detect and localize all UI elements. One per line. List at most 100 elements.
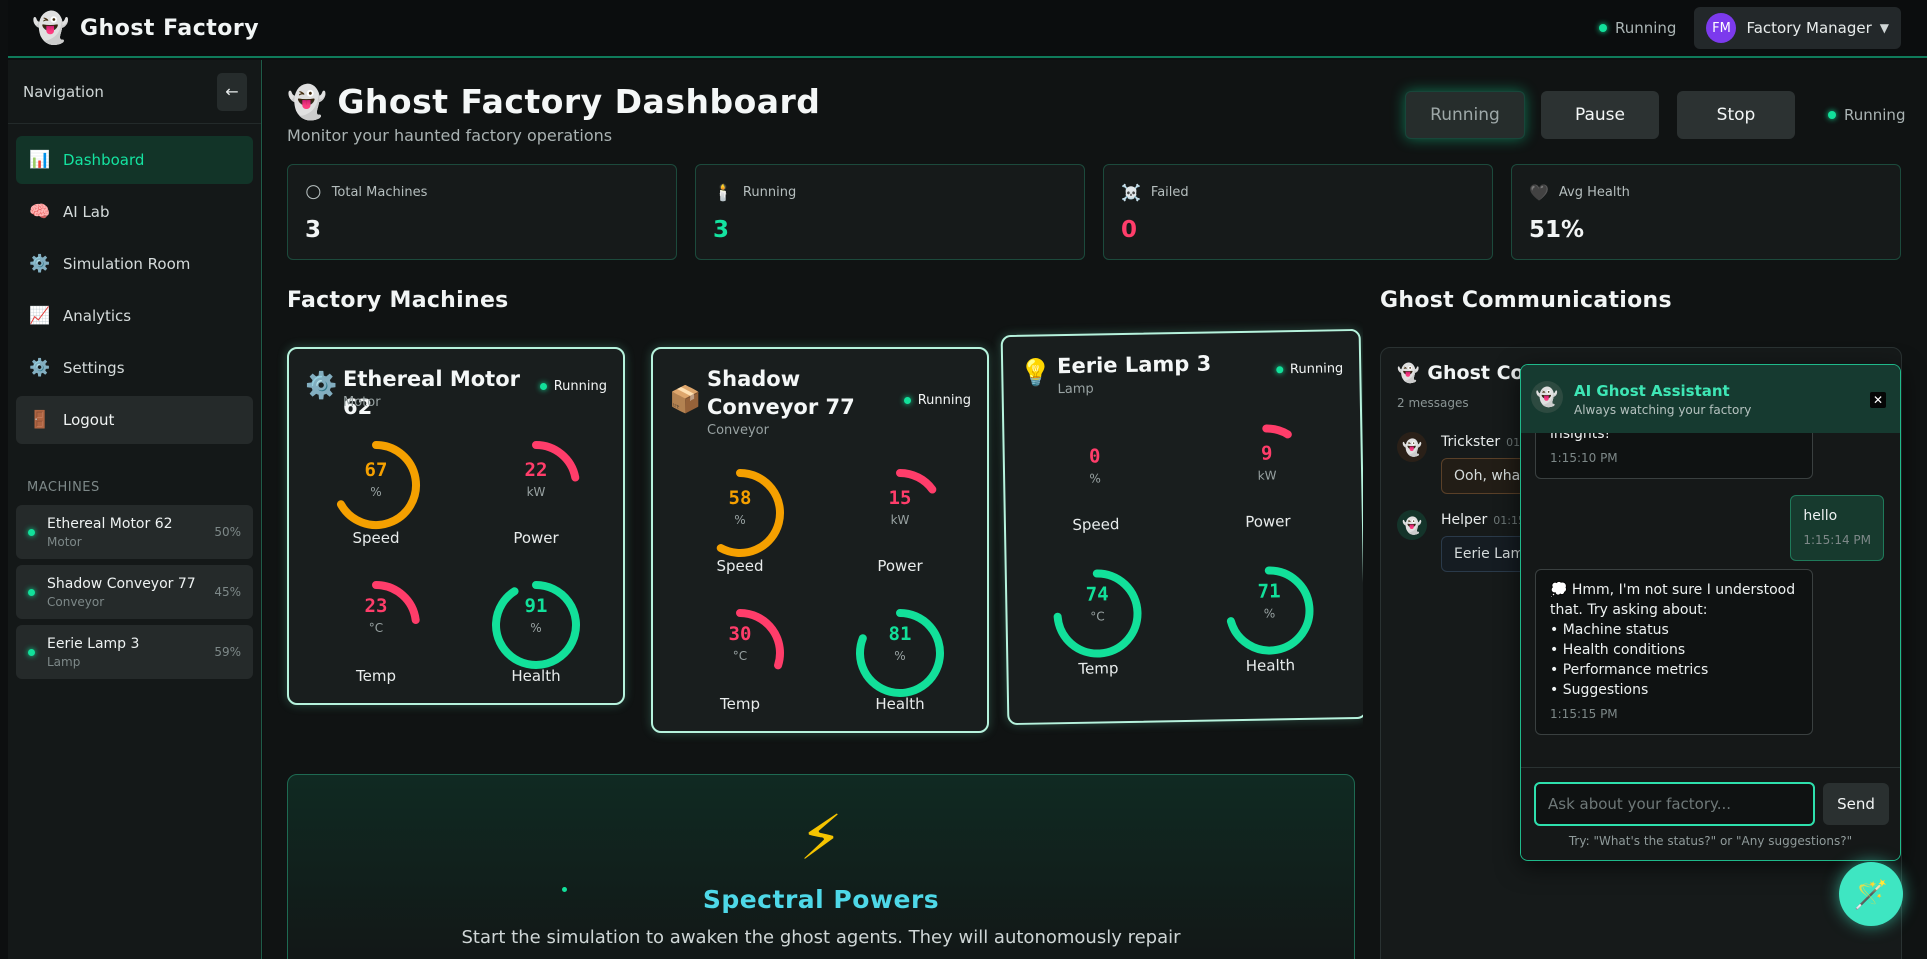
machine-card-type: Motor: [343, 395, 381, 410]
health-gauge: 71 %: [1208, 549, 1330, 671]
status-dot-icon: [903, 397, 911, 404]
sidebar-machine-item[interactable]: Ethereal Motor 62 Motor 50%: [16, 505, 253, 559]
machine-type: Motor: [47, 534, 82, 549]
gauge-unit: %: [734, 513, 746, 527]
ghost-icon: 👻: [32, 10, 70, 46]
top-bar: 👻 Ghost Factory Running FM Factory Manag…: [8, 0, 1927, 58]
sidebar-machine-item[interactable]: Shadow Conveyor 77 Conveyor 45%: [16, 565, 253, 619]
gauge-unit: %: [370, 485, 382, 499]
status-dot-icon: [539, 383, 547, 390]
gauge-value: 15: [888, 487, 912, 509]
simulation-status: Running: [1828, 106, 1905, 124]
assistant-messages: insights! 1:15:10 PM hello 1:15:14 PM 💭 …: [1521, 433, 1900, 773]
stat-card-avg-health: 🖤 Avg Health 51%: [1511, 164, 1901, 260]
gauge-label: Health: [1245, 656, 1296, 675]
status-dot-icon: [1828, 111, 1836, 119]
gauge-value: 58: [728, 487, 752, 509]
spectral-powers-title: Spectral Powers: [702, 885, 940, 914]
machine-card[interactable]: 💡 Eerie Lamp 3 Lamp Running 0 % Speed 9 …: [1000, 328, 1363, 726]
machine-card-name: Ethereal Motor 62: [343, 367, 521, 419]
close-icon[interactable]: ✕: [1870, 392, 1886, 408]
assistant-input[interactable]: [1534, 782, 1815, 826]
assistant-header: 👻 AI Ghost Assistant Always watching you…: [1521, 365, 1900, 433]
door-icon: 🚪: [29, 410, 51, 430]
comms-panel-title-text: Ghost Co: [1427, 362, 1524, 384]
status-badge-text: Running: [917, 393, 971, 408]
sender-name: Trickster: [1441, 434, 1501, 450]
gauge-value: 67: [364, 459, 388, 481]
machine-percent: 45%: [214, 585, 241, 599]
gauge-unit: °C: [368, 621, 384, 635]
sidebar-item-label: AI Lab: [63, 203, 110, 221]
gauge-value: 22: [524, 459, 548, 481]
machine-card-name: Eerie Lamp 3: [1056, 351, 1212, 379]
gauge-value: 81: [888, 623, 912, 645]
status-dot-icon: [1275, 366, 1284, 374]
sender-name: Helper: [1441, 512, 1488, 528]
lightbulb-icon: 💡: [1019, 358, 1052, 389]
heart-icon: 🖤: [1529, 183, 1549, 202]
machine-card-type: Conveyor: [707, 423, 769, 438]
running-button[interactable]: Running: [1405, 91, 1525, 139]
gauge-label: Temp: [356, 667, 396, 685]
machines-area: ⚙️ Ethereal Motor 62 Motor Running 67 % …: [263, 60, 1363, 959]
pause-button[interactable]: Pause: [1541, 91, 1659, 139]
sidebar-item-dashboard[interactable]: 📊 Dashboard: [16, 136, 253, 184]
logout-button[interactable]: 🚪 Logout: [16, 396, 253, 444]
gear-icon: ⚙️: [305, 371, 338, 401]
gear-icon: ⚙️: [29, 358, 51, 378]
lightning-icon: ⚡: [799, 801, 843, 874]
message-line: 💭 Hmm, I'm not sure I understood that. T…: [1550, 582, 1796, 618]
gauge-unit: %: [894, 649, 906, 663]
gauge-label: Speed: [352, 529, 400, 547]
message-time: 1:15:10 PM: [1550, 451, 1618, 465]
chart-icon: 📊: [29, 150, 51, 170]
sidebar-machine-item[interactable]: Eerie Lamp 3 Lamp 59%: [16, 625, 253, 679]
gauge-value: 91: [524, 595, 548, 617]
speed-gauge: 58 %: [680, 453, 800, 573]
machine-name: Eerie Lamp 3: [47, 635, 140, 652]
magic-wand-button[interactable]: 🪄: [1839, 862, 1903, 926]
sidebar-item-ai-lab[interactable]: 🧠 AI Lab: [16, 188, 253, 236]
sidebar-item-analytics[interactable]: 📈 Analytics: [16, 292, 253, 340]
sidebar-item-simulation-room[interactable]: ⚙️ Simulation Room: [16, 240, 253, 288]
message-text: insights!: [1550, 433, 1611, 442]
message-sender: Trickster 01: [1441, 434, 1520, 450]
assistant-message: insights! 1:15:10 PM: [1535, 433, 1813, 479]
send-button[interactable]: Send: [1823, 783, 1889, 825]
status-dot-icon: [1598, 24, 1607, 32]
status-dot-icon: [28, 528, 35, 536]
user-menu-button[interactable]: FM Factory Manager ▼: [1694, 7, 1901, 49]
user-name: Factory Manager: [1746, 19, 1872, 37]
speed-gauge: 67 %: [316, 425, 436, 545]
stop-button[interactable]: Stop: [1677, 91, 1795, 139]
gauge-unit: kW: [890, 513, 910, 527]
sidebar-item-label: Analytics: [63, 307, 132, 325]
gauge-label: Health: [511, 667, 561, 685]
machine-percent: 59%: [214, 645, 241, 659]
gauge-unit: %: [1089, 471, 1101, 486]
machine-card[interactable]: 📦 Shadow Conveyor 77 Conveyor Running 58…: [651, 347, 989, 733]
sidebar-item-settings[interactable]: ⚙️ Settings: [16, 344, 253, 392]
chevron-down-icon: ▼: [1879, 21, 1889, 35]
status-badge-text: Running: [553, 379, 607, 394]
collapse-sidebar-button[interactable]: ←: [217, 72, 247, 111]
message-text: hello: [1803, 508, 1838, 524]
stat-label: Avg Health: [1558, 185, 1630, 200]
system-status: Running: [1598, 19, 1676, 37]
gauge-label: Temp: [1078, 659, 1119, 678]
machine-name: Shadow Conveyor 77: [47, 575, 196, 592]
machine-card[interactable]: ⚙️ Ethereal Motor 62 Motor Running 67 % …: [287, 347, 625, 705]
gauge-value: 9: [1260, 442, 1273, 465]
machine-type: Lamp: [47, 654, 81, 669]
assistant-input-area: Send Try: "What's the status?" or "Any s…: [1521, 767, 1900, 860]
package-icon: 📦: [669, 385, 702, 415]
power-gauge: 22 kW: [476, 425, 596, 545]
gauge-label: Temp: [720, 695, 760, 713]
ai-assistant-panel: 👻 AI Ghost Assistant Always watching you…: [1520, 364, 1901, 861]
simulation-status-text: Running: [1844, 106, 1906, 124]
sidebar-title: Navigation: [23, 82, 104, 101]
user-message: hello 1:15:14 PM: [1790, 495, 1884, 561]
brand[interactable]: 👻 Ghost Factory: [32, 11, 259, 46]
nav-list: 📊 Dashboard 🧠 AI Lab ⚙️ Simulation Room …: [8, 124, 261, 444]
